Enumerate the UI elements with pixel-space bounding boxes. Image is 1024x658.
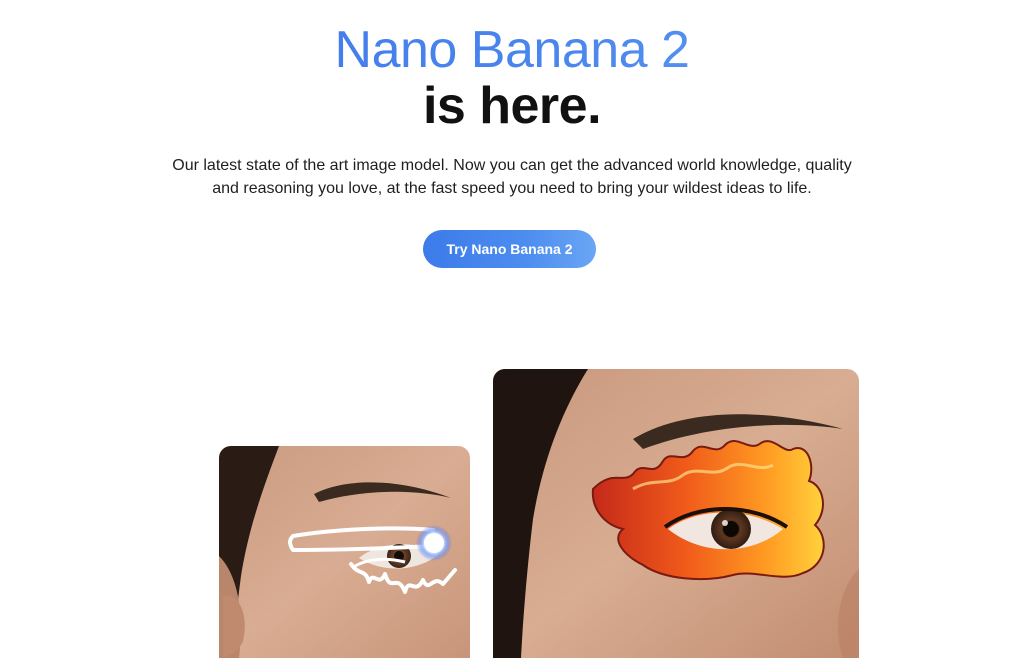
hero-subtitle-line-2: and reasoning you love, at the fast spee…: [212, 180, 812, 197]
flame-makeup-image-card: [493, 369, 859, 658]
try-nano-banana-button[interactable]: Try Nano Banana 2: [423, 230, 596, 268]
flame-makeup-image: [493, 369, 859, 658]
eye-sketch-image: [219, 446, 470, 658]
hero-subtitle-line-1: Our latest state of the art image model.…: [172, 157, 852, 174]
page: Nano Banana 2 is here. Our latest state …: [0, 0, 1024, 658]
hero-title-brand: Nano Banana 2: [0, 20, 1024, 80]
eye-sketch-image-card: [219, 446, 470, 658]
hero-subtitle: Our latest state of the art image model.…: [162, 154, 862, 200]
hero-title-tagline: is here.: [422, 77, 602, 135]
